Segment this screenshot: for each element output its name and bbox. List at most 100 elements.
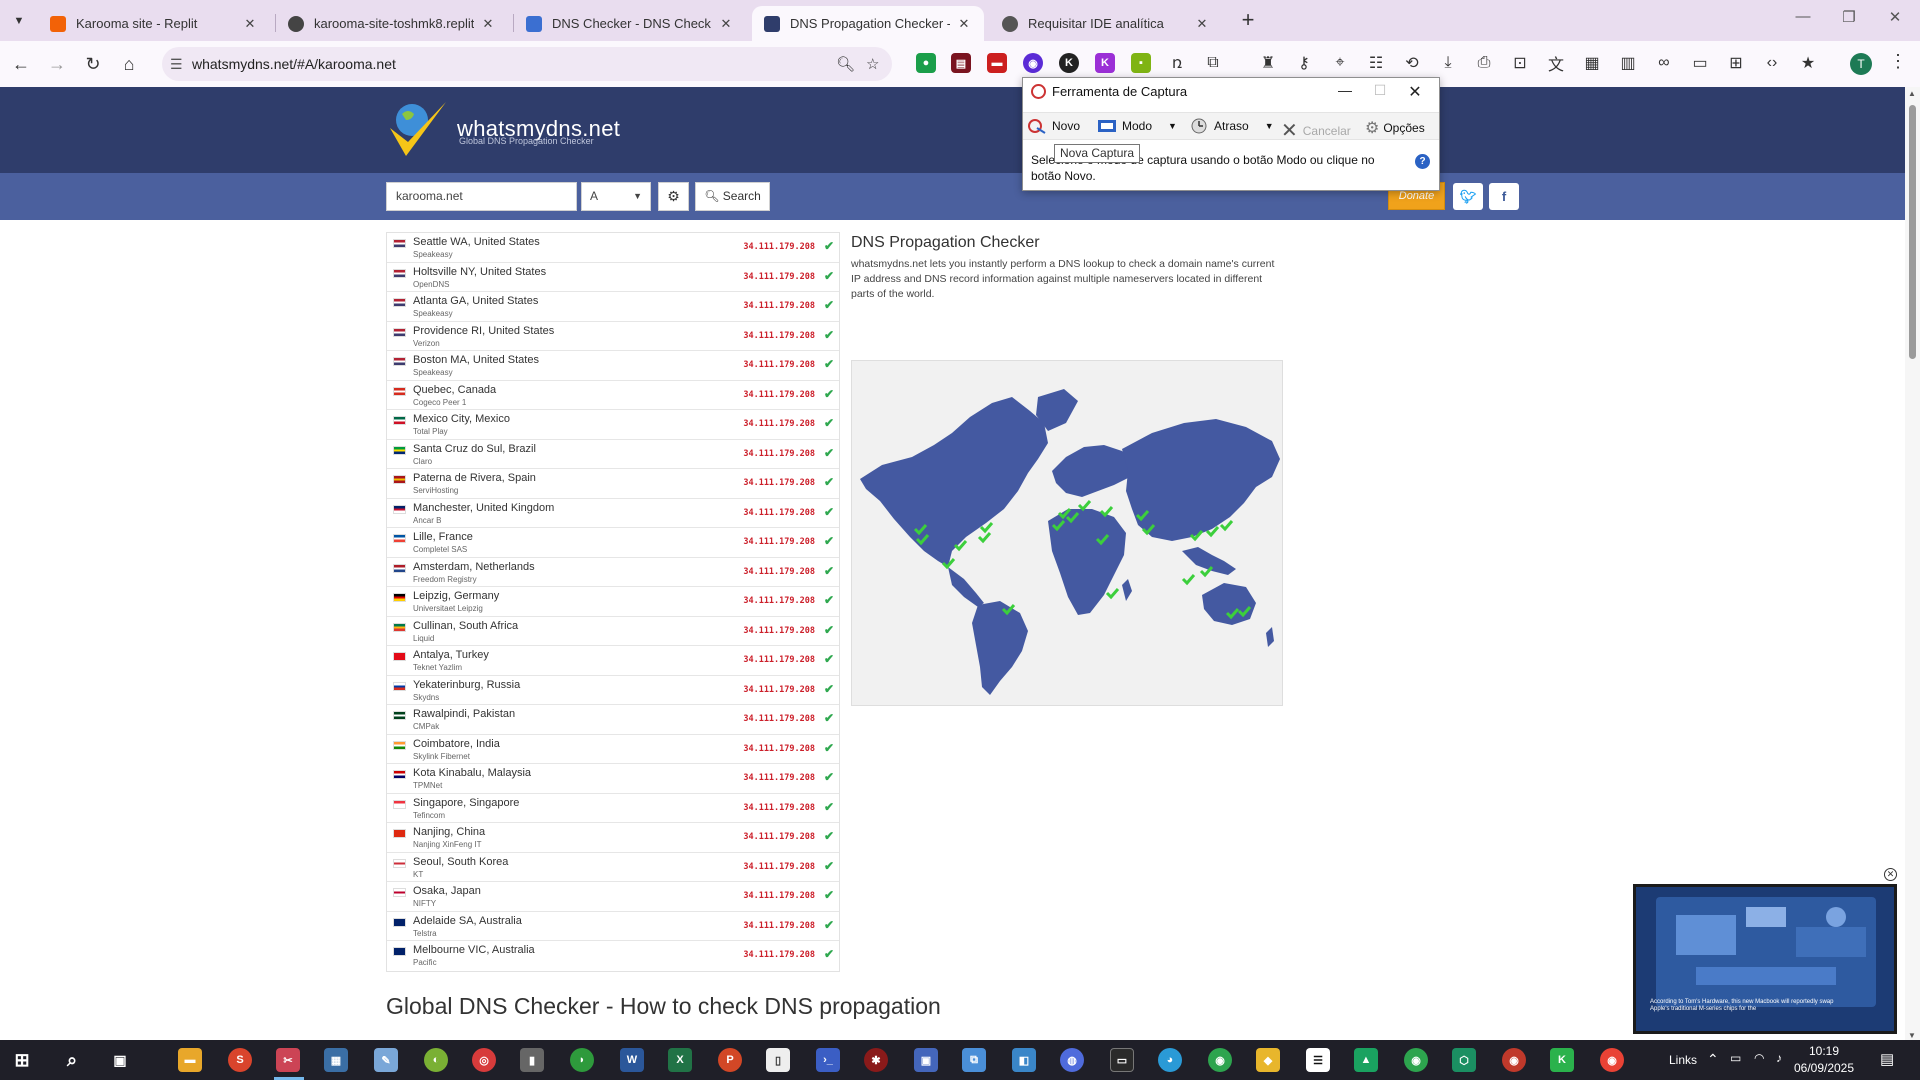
result-ip[interactable]: 34.111.179.208 [743,242,815,252]
extension-icon[interactable]: ▤ [951,53,971,73]
facebook-button[interactable]: f [1489,183,1519,210]
result-row[interactable]: Paterna de Rivera, Spain ServiHosting 34.1… [387,469,839,499]
menu-icon[interactable]: ⋮ [1889,51,1907,72]
twitter-button[interactable]: 🐦︎ [1453,183,1483,210]
tab-karooma-replit[interactable]: Karooma site - Replit ✕ [38,6,270,41]
result-ip[interactable]: 34.111.179.208 [743,921,815,931]
close-icon[interactable]: ✕ [718,16,734,32]
chevron-down-icon[interactable]: ▼ [1168,121,1177,131]
delay-button[interactable]: Atraso ▼ [1189,118,1274,134]
word-icon[interactable]: W [620,1048,644,1072]
result-row[interactable]: Providence RI, United States Verizon 34.11… [387,322,839,351]
home-button[interactable]: ⌂ [116,51,142,77]
result-ip[interactable]: 34.111.179.208 [743,832,815,842]
code-icon[interactable]: ‹› [1762,53,1782,73]
chevron-up-icon[interactable]: ⌃ [1707,1051,1719,1068]
puzzle-icon[interactable]: ⧉ [1203,53,1223,73]
result-row[interactable]: Boston MA, United States Speakeasy 34.111.… [387,351,839,381]
terminal-icon[interactable]: ▭ [1110,1048,1134,1072]
reading-list-icon[interactable]: ☷ [1366,53,1386,73]
favorites-icon[interactable]: ★ [1798,53,1818,73]
forward-button[interactable]: → [44,51,70,77]
document-icon[interactable]: ▯ [766,1048,790,1072]
clock-date[interactable]: 06/09/2025 [1792,1061,1856,1075]
app-icon[interactable]: ✱ [864,1048,888,1072]
chevron-down-icon[interactable]: ▼ [1265,121,1274,131]
incognito-icon[interactable]: ♜ [1258,53,1278,73]
scrollbar-thumb[interactable] [1909,105,1916,359]
tab-search-button[interactable]: ▼ [8,10,30,32]
close-icon[interactable]: ✕ [242,16,258,32]
site-info-icon[interactable]: ☰ [170,56,183,73]
print-icon[interactable]: ⎙ [1474,53,1494,73]
result-ip[interactable]: 34.111.179.208 [743,773,815,783]
cast-icon[interactable]: ▭ [1690,53,1710,73]
result-ip[interactable]: 34.111.179.208 [743,714,815,724]
zoom-icon[interactable]: 🔍︎ [836,55,855,73]
video-popup[interactable]: According to Tom's Hardware, this new Ma… [1633,884,1897,1034]
new-snip-button[interactable]: Novo [1027,118,1080,134]
options-button[interactable]: ⚙ Opções [1365,118,1425,138]
app-icon[interactable]: ◍ [1060,1048,1084,1072]
chrome-icon[interactable]: ◉ [1502,1048,1526,1072]
result-row[interactable]: Singapore, Singapore Tefincom 34.111.179.2… [387,794,839,823]
battery-icon[interactable]: ▭ [1730,1051,1741,1065]
download-icon[interactable]: ⤓ [1438,53,1458,73]
terminal-icon[interactable]: ›_ [816,1048,840,1072]
clock-time[interactable]: 10:19 [1799,1044,1849,1058]
reload-button[interactable]: ↻ [80,51,106,77]
result-ip[interactable]: 34.111.179.208 [743,567,815,577]
chrome-icon[interactable]: ◉ [1600,1048,1624,1072]
app-icon[interactable]: ☰ [1306,1048,1330,1072]
result-row[interactable]: Atlanta GA, United States Speakeasy 34.111… [387,292,839,322]
domain-input[interactable]: karooma.net [386,182,577,211]
notifications-icon[interactable]: ▤ [1880,1050,1894,1068]
record-type-select[interactable]: A ▼ [581,182,651,211]
tab-karooma-replit-app[interactable]: karooma-site-toshmk8.replit.ap ✕ [276,6,508,41]
volume-icon[interactable]: ♪ [1776,1051,1782,1065]
app-icon[interactable]: K [1550,1048,1574,1072]
result-row[interactable]: Holtsville NY, United States OpenDNS 34.11… [387,263,839,292]
result-ip[interactable]: 34.111.179.208 [743,508,815,518]
mode-button[interactable]: Modo ▼ [1097,118,1177,134]
app-icon[interactable]: ◧ [1012,1048,1036,1072]
qr-code-icon[interactable]: ▦ [1582,53,1602,73]
result-ip[interactable]: 34.111.179.208 [743,862,815,872]
video-close-icon[interactable]: ✕ [1884,868,1897,881]
app-icon[interactable]: ⧉ [962,1048,986,1072]
translate-icon[interactable]: 文 [1546,53,1566,74]
extension-icon[interactable]: K [1095,53,1115,73]
restore-button[interactable]: ❐ [1826,8,1872,32]
result-row[interactable]: Amsterdam, Netherlands Freedom Registry 34… [387,558,839,587]
result-row[interactable]: Adelaide SA, Australia Telstra 34.111.179.… [387,912,839,941]
key-icon[interactable]: ⚷ [1294,53,1314,73]
calculator-icon[interactable]: ▦ [324,1048,348,1072]
result-row[interactable]: Yekaterinburg, Russia Skydns 34.111.179.20… [387,676,839,705]
search-icon[interactable]: ⌕ [60,1048,84,1072]
snipping-tool-icon[interactable]: ✂ [276,1048,300,1072]
result-ip[interactable]: 34.111.179.208 [743,419,815,429]
result-ip[interactable]: 34.111.179.208 [743,331,815,341]
back-button[interactable]: ← [8,51,34,77]
result-ip[interactable]: 34.111.179.208 [743,537,815,547]
page-scrollbar[interactable]: ▲ ▼ [1905,87,1920,1044]
scroll-up-icon[interactable]: ▲ [1908,89,1916,98]
result-row[interactable]: Antalya, Turkey Teknet Yazlim 34.111.179.2… [387,646,839,676]
notepad-icon[interactable]: ✎ [374,1048,398,1072]
reader-mode-icon[interactable]: ▥ [1618,53,1638,73]
close-icon[interactable]: ✕ [480,16,496,32]
result-ip[interactable]: 34.111.179.208 [743,596,815,606]
link-icon[interactable]: ∞ [1654,53,1674,73]
windows-start-icon[interactable]: ⊞ [10,1048,34,1072]
powerpoint-icon[interactable]: P [718,1048,742,1072]
result-ip[interactable]: 34.111.179.208 [743,301,815,311]
screenshot-icon[interactable]: ⊡ [1510,53,1530,73]
result-ip[interactable]: 34.111.179.208 [743,390,815,400]
chrome-icon[interactable]: ◉ [1404,1048,1428,1072]
result-ip[interactable]: 34.111.179.208 [743,744,815,754]
extension-icon[interactable]: ▬ [987,53,1007,73]
result-row[interactable]: Coimbatore, India Skylink Fibernet 34.111.… [387,735,839,764]
minimize-button[interactable]: — [1780,8,1826,32]
tab-requisitar-ide[interactable]: Requisitar IDE analítica ✕ [990,6,1222,41]
snip-maximize-button[interactable]: ☐ [1363,82,1397,99]
